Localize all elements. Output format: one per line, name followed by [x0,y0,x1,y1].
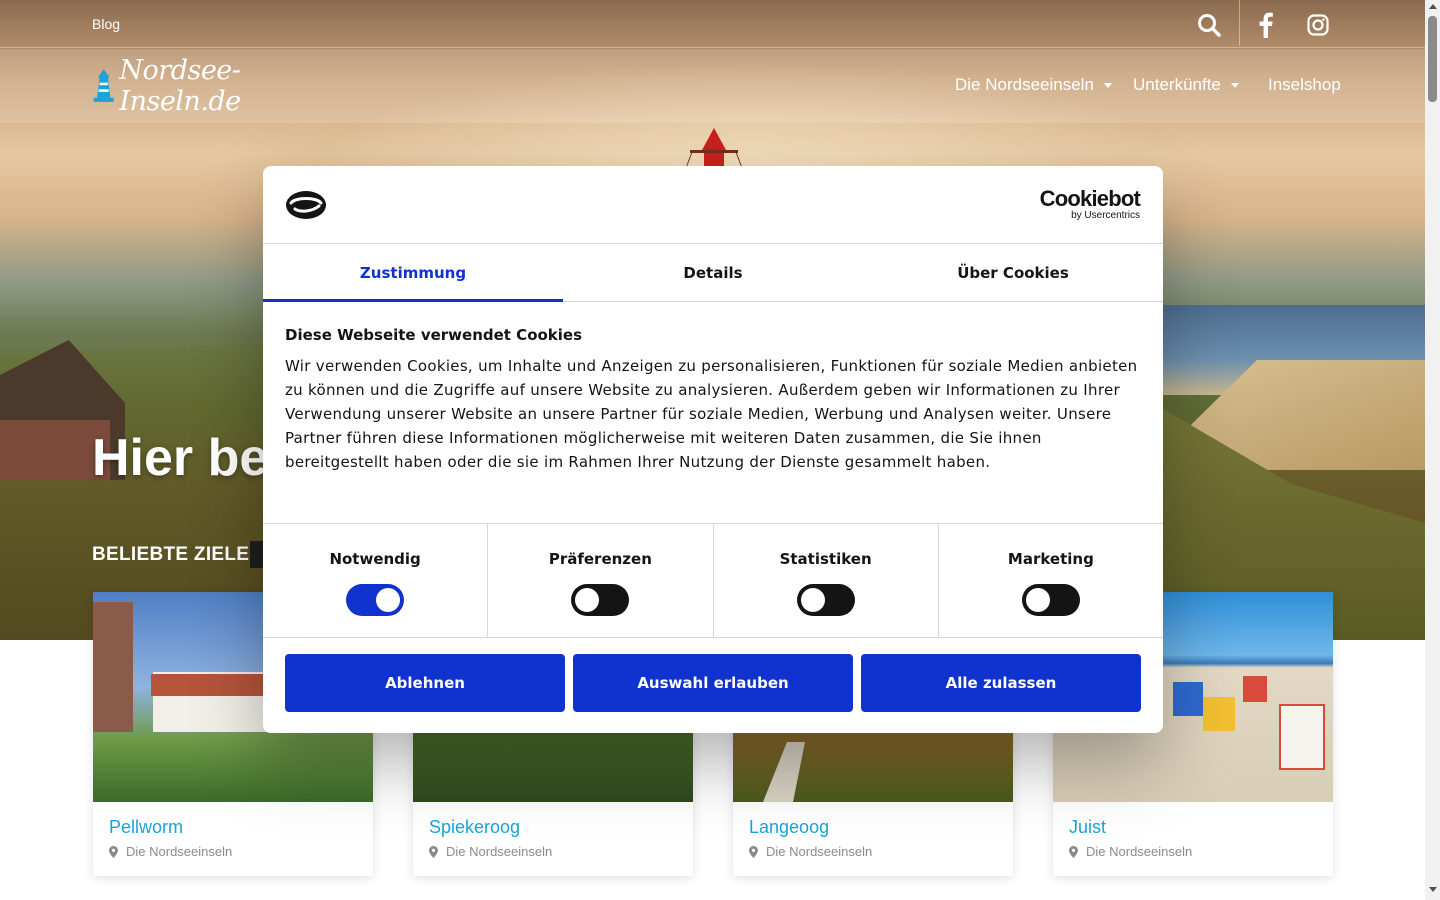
tab-ueber-cookies[interactable]: Über Cookies [863,244,1163,301]
card-category: Die Nordseeinseln [446,844,553,859]
toggle-label: Statistiken [779,550,872,568]
card-title[interactable]: Juist [1069,817,1106,838]
sand-path-image [763,742,805,802]
nav-label: Unterkünfte [1133,75,1221,94]
caret-down-icon [1103,82,1112,88]
toggle-knob [800,588,825,612]
cookie-category-toggles: Notwendig Präferenzen Statistiken Market… [263,524,1163,638]
cookie-dialog-tabs: Zustimmung Details Über Cookies [263,244,1163,302]
toggle-knob [1025,588,1050,612]
toggle-knob [575,588,600,612]
map-pin-icon [749,845,758,858]
cookiebot-brand-sub: by Usercentrics [1071,210,1140,221]
toggle-label: Präferenzen [548,550,652,568]
instagram-icon[interactable] [1307,14,1329,36]
topbar-divider [1239,0,1240,46]
allow-all-button[interactable]: Alle zulassen [861,654,1141,712]
cookiebot-brand: Cookiebot by Usercentrics [1039,186,1141,222]
card-meta: Die Nordseeinseln [109,844,232,859]
beach-chair-image [1243,676,1267,702]
cookiebot-logo-icon [286,191,326,219]
blog-link[interactable]: Blog [92,16,120,32]
map-pin-icon [1069,845,1078,858]
popular-destinations-label: BELIEBTE ZIELE [92,544,250,565]
tab-zustimmung[interactable]: Zustimmung [263,244,563,302]
toggle-label: Marketing [1007,550,1094,568]
facebook-icon[interactable] [1255,12,1277,38]
toggle-marketing[interactable] [1021,584,1080,616]
card-title[interactable]: Spiekeroog [429,817,520,838]
toggle-cell-praeferenzen: Präferenzen [488,524,714,637]
toggle-knob [376,588,401,612]
cookie-dialog-text: Wir verwenden Cookies, um Inhalte und An… [285,357,1138,471]
beach-chair-image [1279,704,1325,770]
card-meta: Die Nordseeinseln [1069,844,1192,859]
beach-chair-image [1203,697,1235,731]
card-title[interactable]: Pellworm [109,817,183,838]
toggle-statistiken[interactable] [796,584,855,616]
nav-unterkuenfte[interactable]: Unterkünfte [1133,75,1239,95]
card-title[interactable]: Langeoog [749,817,829,838]
cookie-consent-dialog: Cookiebot by Usercentrics Zustimmung Det… [263,166,1163,733]
map-pin-icon [429,845,438,858]
tab-details[interactable]: Details [563,244,863,301]
site-logo[interactable]: Nordsee-Inseln.de [92,55,322,117]
card-meta: Die Nordseeinseln [429,844,552,859]
scroll-down-arrow-icon[interactable] [1429,887,1437,892]
beach-chair-image [1173,682,1203,716]
cookiebot-brand-name: Cookiebot [1039,186,1141,211]
toggle-notwendig[interactable] [346,584,405,616]
cookie-dialog-body: Diese Webseite verwendet Cookies Wir ver… [263,302,1163,524]
nav-label: Inselshop [1268,75,1341,94]
card-meta: Die Nordseeinseln [749,844,872,859]
toggle-label: Notwendig [329,550,421,568]
main-navbar: Nordsee-Inseln.de Die Nordseeinseln Unte… [0,49,1425,123]
toggle-cell-notwendig: Notwendig [263,524,489,637]
ruin-tower-image [93,602,133,732]
search-icon[interactable] [1196,12,1222,38]
top-bar: Blog [0,0,1425,48]
scroll-up-arrow-icon[interactable] [1429,4,1437,9]
cookie-dialog-buttons: Ablehnen Auswahl erlauben Alle zulassen [263,638,1163,712]
nav-die-nordseeinseln[interactable]: Die Nordseeinseln [955,75,1112,95]
lighthouse-logo-icon [93,69,114,102]
logo-text: Nordsee-Inseln.de [119,55,241,117]
card-category: Die Nordseeinseln [126,844,233,859]
toggle-praeferenzen[interactable] [571,584,630,616]
lighthouse-top-image [685,128,743,168]
decline-button[interactable]: Ablehnen [285,654,565,712]
card-category: Die Nordseeinseln [766,844,873,859]
map-pin-icon [109,845,118,858]
toggle-cell-statistiken: Statistiken [714,524,939,637]
church-roof-image [151,674,275,696]
cookie-dialog-title: Diese Webseite verwendet Cookies [285,326,583,344]
nav-label: Die Nordseeinseln [955,75,1094,94]
scroll-thumb[interactable] [1428,16,1437,102]
caret-down-icon [1230,82,1239,88]
allow-selection-button[interactable]: Auswahl erlauben [573,654,853,712]
card-category: Die Nordseeinseln [1086,844,1193,859]
toggle-cell-marketing: Marketing [939,524,1163,637]
page-scrollbar[interactable] [1425,0,1440,900]
cookie-dialog-header: Cookiebot by Usercentrics [263,166,1163,244]
nav-inselshop[interactable]: Inselshop [1268,75,1341,95]
